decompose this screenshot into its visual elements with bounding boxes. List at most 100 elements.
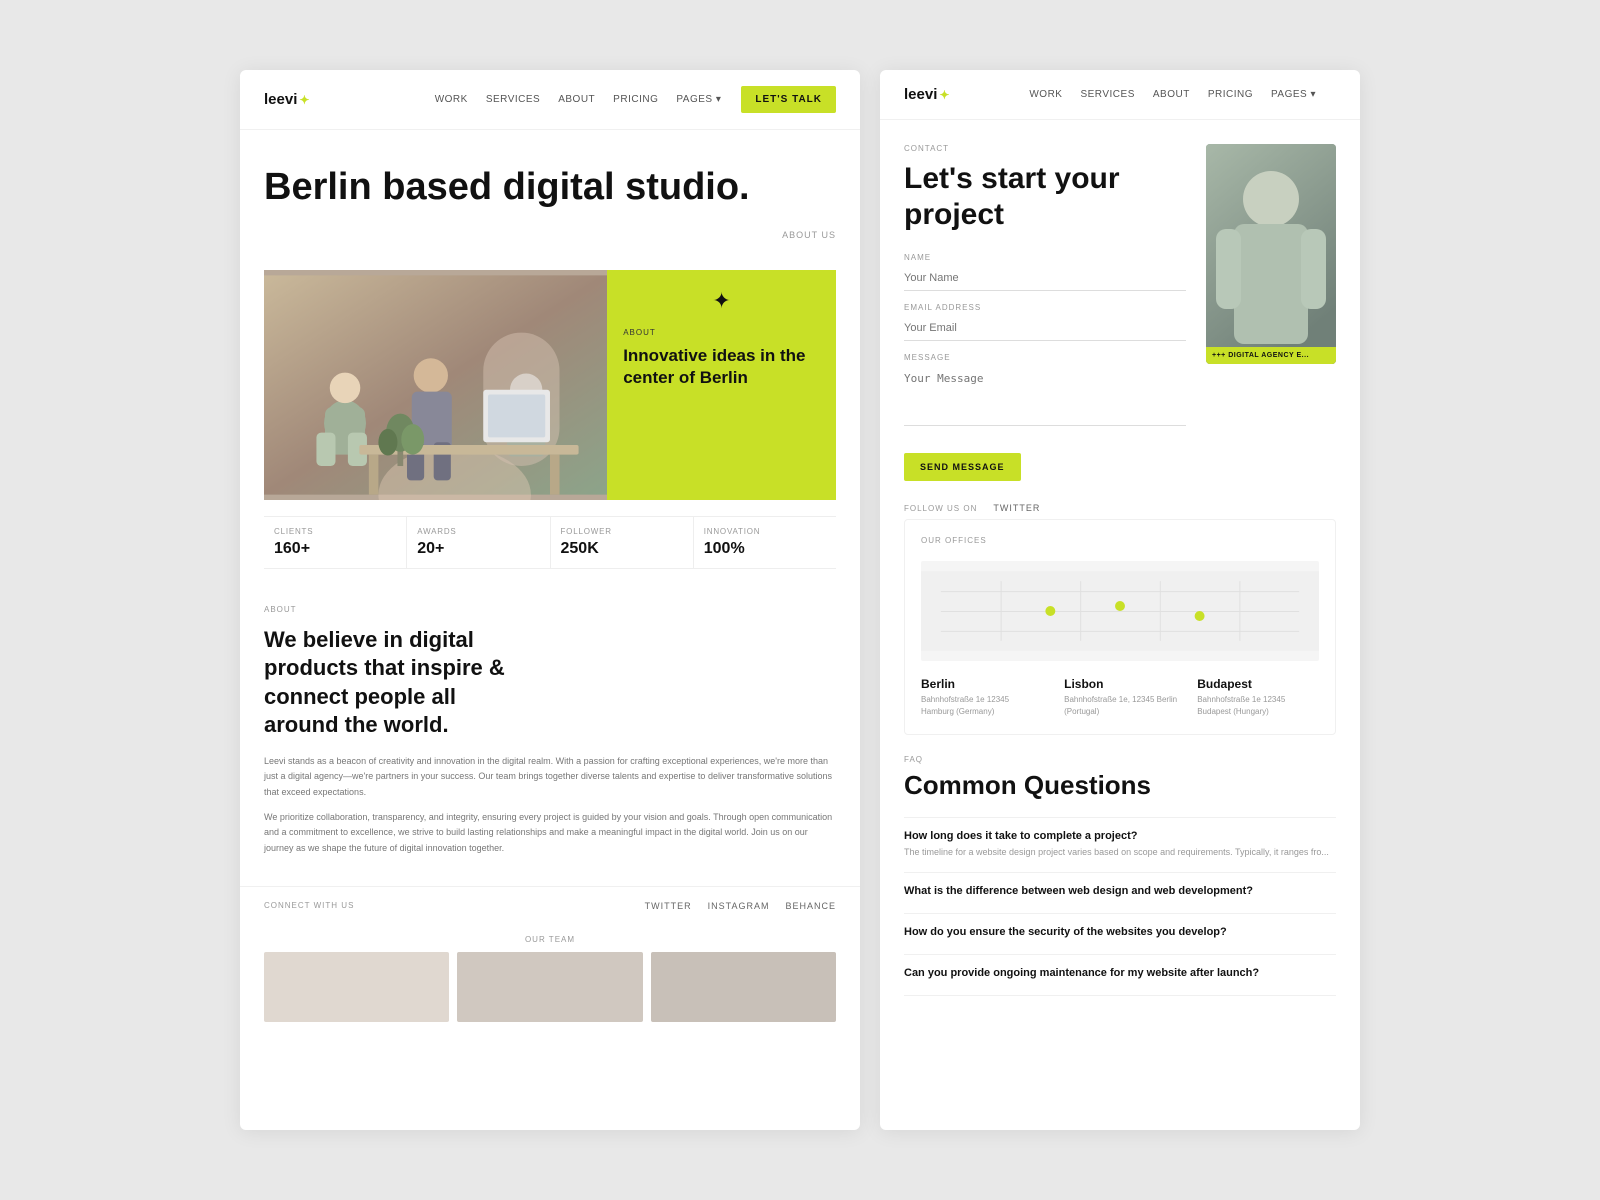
stat-clients-value: 160+ xyxy=(274,540,310,558)
connect-links: TWITTER INSTAGRAM BEHANCE xyxy=(645,901,836,911)
message-field: MESSAGE xyxy=(904,353,1186,431)
lets-talk-button[interactable]: LET'S TALK xyxy=(741,86,836,113)
team-photo-3 xyxy=(651,952,836,1022)
faq-item-2[interactable]: What is the difference between web desig… xyxy=(904,873,1336,914)
office-berlin-addr: Bahnhofstraße 1e 12345 Hamburg (Germany) xyxy=(921,694,1044,718)
faq-tag: FAQ xyxy=(904,755,1336,764)
stat-innovation: INNOVATION 100% xyxy=(694,517,836,568)
stat-awards: AWARDS 20+ xyxy=(407,517,550,568)
contact-title: Let's start your project xyxy=(904,161,1186,233)
stat-follower: FOLLOWER 250K xyxy=(551,517,694,568)
faq-section: FAQ Common Questions How long does it ta… xyxy=(880,735,1360,996)
faq-answer-1: The timeline for a website design projec… xyxy=(904,846,1336,860)
offices-section: OUR OFFICES Berlin Bahnhofstraße 1e 1234… xyxy=(904,519,1336,735)
hero-image xyxy=(264,270,607,500)
faq-item-1[interactable]: How long does it take to complete a proj… xyxy=(904,818,1336,873)
name-label: NAME xyxy=(904,253,1186,262)
office-lisbon: Lisbon Bahnhofstraße 1e, 12345 Berlin (P… xyxy=(1064,677,1177,718)
follow-twitter[interactable]: TWITTER xyxy=(993,503,1040,513)
nav-right-pricing[interactable]: PRICING xyxy=(1208,89,1253,100)
office-budapest-city: Budapest xyxy=(1197,677,1319,691)
faq-question-3: How do you ensure the security of the we… xyxy=(904,926,1336,938)
stat-follower-label: FOLLOWER xyxy=(561,527,612,536)
email-label: EMAIL ADDRESS xyxy=(904,303,1186,312)
about-section: ABOUT We believe in digital products tha… xyxy=(240,585,860,886)
star-decoration-icon: ✦ xyxy=(712,290,730,312)
team-photo-2 xyxy=(457,952,642,1022)
about-panel-tag: ABOUT xyxy=(623,328,656,337)
team-photos xyxy=(240,952,860,1038)
right-card: leevi ✦ WORK SERVICES ABOUT PRICING PAGE… xyxy=(880,70,1360,1130)
follow-label: FOLLOW US ON xyxy=(904,504,977,513)
faq-item-4[interactable]: Can you provide ongoing maintenance for … xyxy=(904,955,1336,996)
email-field: EMAIL ADDRESS xyxy=(904,303,1186,341)
logo-text-right: leevi xyxy=(904,86,937,103)
stat-innovation-label: INNOVATION xyxy=(704,527,761,536)
stat-awards-label: AWARDS xyxy=(417,527,456,536)
connect-instagram[interactable]: INSTAGRAM xyxy=(708,901,770,911)
agency-badge: +++ DIGITAL AGENCY E... xyxy=(1206,347,1336,364)
office-lisbon-city: Lisbon xyxy=(1064,677,1177,691)
map-visual xyxy=(921,571,1319,651)
faq-list: How long does it take to complete a proj… xyxy=(904,817,1336,996)
follow-bar: FOLLOW US ON TWITTER xyxy=(880,497,1360,519)
send-message-button[interactable]: SEND MESSAGE xyxy=(904,453,1021,481)
contact-tag: CONTACT xyxy=(904,144,1186,153)
logo-text: leevi xyxy=(264,91,297,108)
connect-behance[interactable]: BEHANCE xyxy=(785,901,836,911)
message-input[interactable] xyxy=(904,366,1186,426)
about-section-tag: ABOUT xyxy=(264,605,836,614)
stat-clients: CLIENTS 160+ xyxy=(264,517,407,568)
nav-services[interactable]: SERVICES xyxy=(486,94,540,105)
office-berlin: Berlin Bahnhofstraße 1e 12345 Hamburg (G… xyxy=(921,677,1044,718)
hero-title: Berlin based digital studio. xyxy=(264,166,836,210)
about-body-1: Leevi stands as a beacon of creativity a… xyxy=(264,754,836,800)
contact-section: CONTACT Let's start your project NAME EM… xyxy=(880,120,1360,497)
nav-pages[interactable]: PAGES ▾ xyxy=(676,94,721,105)
office-lisbon-addr: Bahnhofstraße 1e, 12345 Berlin (Portugal… xyxy=(1064,694,1177,718)
offices-list: Berlin Bahnhofstraße 1e 12345 Hamburg (G… xyxy=(921,677,1319,718)
about-panel-text: Innovative ideas in the center of Berlin xyxy=(623,345,820,389)
nav-right-pages[interactable]: PAGES ▾ xyxy=(1271,89,1316,100)
faq-question-1: How long does it take to complete a proj… xyxy=(904,830,1336,842)
logo-right[interactable]: leevi ✦ xyxy=(904,86,949,103)
image-grid: ✦ ABOUT Innovative ideas in the center o… xyxy=(264,270,836,500)
nav-pricing[interactable]: PRICING xyxy=(613,94,658,105)
contact-image: +++ DIGITAL AGENCY E... xyxy=(1206,144,1336,364)
contact-form-area: CONTACT Let's start your project NAME EM… xyxy=(904,144,1186,481)
stat-follower-value: 250K xyxy=(561,540,599,558)
stats-bar: CLIENTS 160+ AWARDS 20+ FOLLOWER 250K IN… xyxy=(264,516,836,569)
offices-tag: OUR OFFICES xyxy=(921,536,1319,545)
about-us-label: ABOUT US xyxy=(264,230,836,240)
nav-right-work[interactable]: WORK xyxy=(1029,89,1062,100)
stat-clients-label: CLIENTS xyxy=(274,527,313,536)
nav-work[interactable]: WORK xyxy=(435,94,468,105)
contact-photo xyxy=(1206,144,1336,364)
connect-label: CONNECT WITH US xyxy=(264,901,354,910)
faq-question-4: Can you provide ongoing maintenance for … xyxy=(904,967,1336,979)
office-budapest-addr: Bahnhofstraße 1e 12345 Budapest (Hungary… xyxy=(1197,694,1319,718)
left-nav: leevi ✦ WORK SERVICES ABOUT PRICING PAGE… xyxy=(240,70,860,130)
nav-about[interactable]: ABOUT xyxy=(558,94,595,105)
nav-right-services[interactable]: SERVICES xyxy=(1080,89,1134,100)
logo-star-icon: ✦ xyxy=(299,93,309,107)
connect-section: CONNECT WITH US TWITTER INSTAGRAM BEHANC… xyxy=(240,886,860,925)
logo-left[interactable]: leevi ✦ xyxy=(264,91,309,108)
team-photo-1 xyxy=(264,952,449,1022)
stat-innovation-value: 100% xyxy=(704,540,745,558)
nav-right-about[interactable]: ABOUT xyxy=(1153,89,1190,100)
our-team-label: OUR TEAM xyxy=(240,925,860,952)
right-nav: leevi ✦ WORK SERVICES ABOUT PRICING PAGE… xyxy=(880,70,1360,120)
faq-title: Common Questions xyxy=(904,770,1336,801)
faq-question-2: What is the difference between web desig… xyxy=(904,885,1336,897)
connect-twitter[interactable]: TWITTER xyxy=(645,901,692,911)
office-berlin-city: Berlin xyxy=(921,677,1044,691)
office-budapest: Budapest Bahnhofstraße 1e 12345 Budapest… xyxy=(1197,677,1319,718)
name-input[interactable] xyxy=(904,266,1186,291)
offices-map xyxy=(921,561,1319,661)
nav-links-right: WORK SERVICES ABOUT PRICING PAGES ▾ xyxy=(1029,89,1316,100)
email-input[interactable] xyxy=(904,316,1186,341)
faq-item-3[interactable]: How do you ensure the security of the we… xyxy=(904,914,1336,955)
about-heading: We believe in digital products that insp… xyxy=(264,626,524,740)
message-label: MESSAGE xyxy=(904,353,1186,362)
